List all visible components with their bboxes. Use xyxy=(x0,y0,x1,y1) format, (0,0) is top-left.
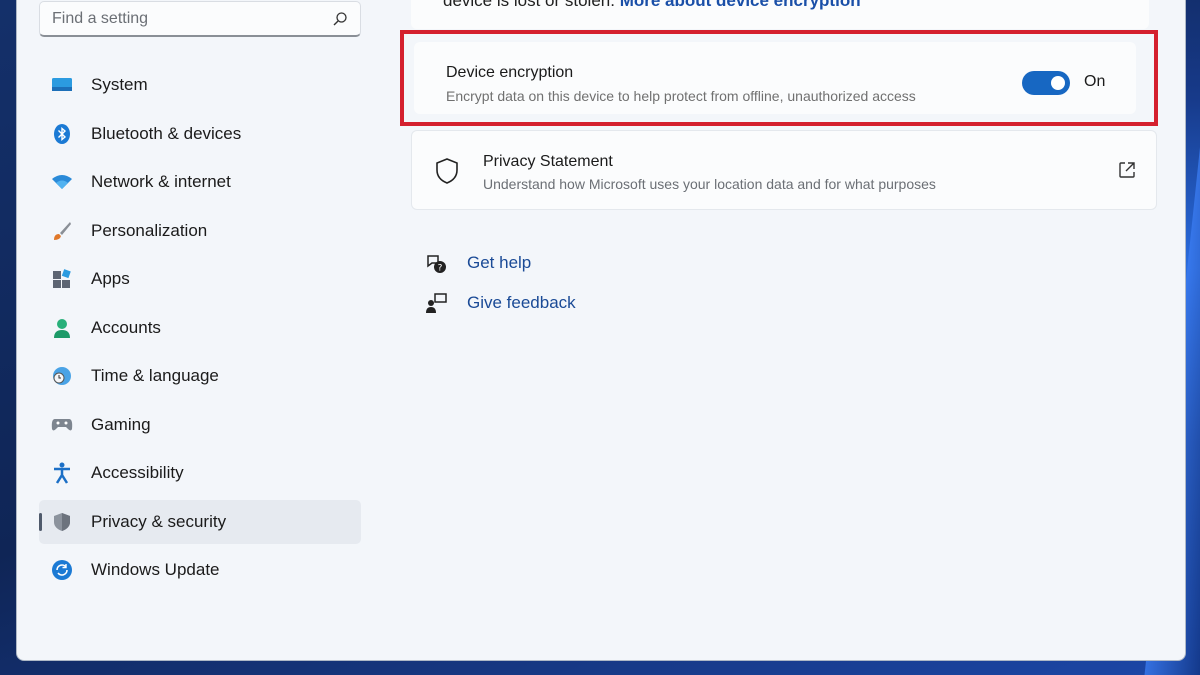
get-help-icon: ? xyxy=(425,252,447,274)
globe-clock-icon xyxy=(51,365,73,387)
give-feedback-label: Give feedback xyxy=(467,293,576,312)
toggle-knob xyxy=(1051,76,1065,90)
device-encryption-title: Device encryption xyxy=(446,64,574,81)
get-help-label: Get help xyxy=(467,253,532,272)
give-feedback-icon xyxy=(425,292,447,314)
sidebar-item-accounts[interactable]: Accounts xyxy=(39,306,361,350)
encryption-highlight-box: Device encryption Encrypt data on this d… xyxy=(400,30,1158,126)
sidebar-item-label: Network & internet xyxy=(91,172,231,191)
gamepad-icon xyxy=(51,414,73,436)
toggle-state-label: On xyxy=(1084,73,1106,90)
sidebar-item-label: Gaming xyxy=(91,414,151,434)
search-box[interactable]: Find a setting xyxy=(39,1,361,37)
apps-icon xyxy=(51,268,73,290)
get-help-link[interactable]: ? Get help xyxy=(425,249,576,277)
sidebar-item-label: Privacy & security xyxy=(91,511,227,531)
search-input[interactable]: Find a setting xyxy=(52,10,332,28)
privacy-statement-description: Understand how Microsoft uses your locat… xyxy=(483,176,936,192)
encryption-info-card: device is lost or stolen. More about dev… xyxy=(411,0,1149,29)
sidebar-item-label: Bluetooth & devices xyxy=(91,123,242,143)
svg-text:?: ? xyxy=(438,264,443,274)
sidebar-item-bluetooth[interactable]: Bluetooth & devices xyxy=(39,112,361,156)
system-icon xyxy=(51,74,73,96)
sidebar-item-label: System xyxy=(91,75,148,94)
settings-window: Find a setting System Bluetooth & device… xyxy=(16,0,1186,661)
sidebar-item-label: Windows Update xyxy=(91,560,220,579)
sidebar-item-label: Accounts xyxy=(91,317,161,337)
sidebar-item-label: Accessibility xyxy=(91,463,184,482)
main-content: device is lost or stolen. More about dev… xyxy=(377,0,1185,660)
sidebar-item-label: Personalization xyxy=(91,220,208,240)
sidebar-item-label: Apps xyxy=(91,269,130,288)
bluetooth-icon xyxy=(51,123,73,145)
sidebar-item-personalization[interactable]: Personalization xyxy=(39,209,361,253)
sidebar-item-gaming[interactable]: Gaming xyxy=(39,403,361,447)
more-about-encryption-link[interactable]: More about device encryption xyxy=(620,0,861,10)
accessibility-icon xyxy=(51,462,73,484)
device-encryption-card: Device encryption Encrypt data on this d… xyxy=(414,42,1136,114)
sidebar-item-windows-update[interactable]: Windows Update xyxy=(39,548,361,592)
shield-outline-icon xyxy=(436,158,458,184)
encryption-info-text: device is lost or stolen. More about dev… xyxy=(443,0,861,11)
sidebar-item-label: Time & language xyxy=(91,366,219,385)
sidebar-item-privacy-security[interactable]: Privacy & security xyxy=(39,499,361,544)
privacy-statement-title: Privacy Statement xyxy=(483,153,613,170)
shield-icon xyxy=(51,511,73,533)
wifi-icon xyxy=(51,171,73,193)
privacy-statement-card[interactable]: Privacy Statement Understand how Microso… xyxy=(411,130,1157,210)
sidebar: Find a setting System Bluetooth & device… xyxy=(17,0,377,660)
open-external-icon[interactable] xyxy=(1118,161,1136,179)
sidebar-nav: System Bluetooth & devices Network & int… xyxy=(39,63,361,597)
update-icon xyxy=(51,559,73,581)
sidebar-item-apps[interactable]: Apps xyxy=(39,257,361,301)
account-icon xyxy=(51,317,73,339)
brush-icon xyxy=(51,220,73,242)
help-links: ? Get help Give feedback xyxy=(425,249,576,329)
sidebar-item-time-language[interactable]: Time & language xyxy=(39,354,361,398)
device-encryption-description: Encrypt data on this device to help prot… xyxy=(446,88,916,104)
info-text: device is lost or stolen. xyxy=(443,0,615,10)
sidebar-item-network[interactable]: Network & internet xyxy=(39,160,361,204)
give-feedback-link[interactable]: Give feedback xyxy=(425,289,576,317)
search-icon[interactable] xyxy=(332,11,348,27)
device-encryption-toggle[interactable] xyxy=(1022,71,1070,95)
sidebar-item-system[interactable]: System xyxy=(39,63,361,107)
sidebar-item-accessibility[interactable]: Accessibility xyxy=(39,451,361,495)
